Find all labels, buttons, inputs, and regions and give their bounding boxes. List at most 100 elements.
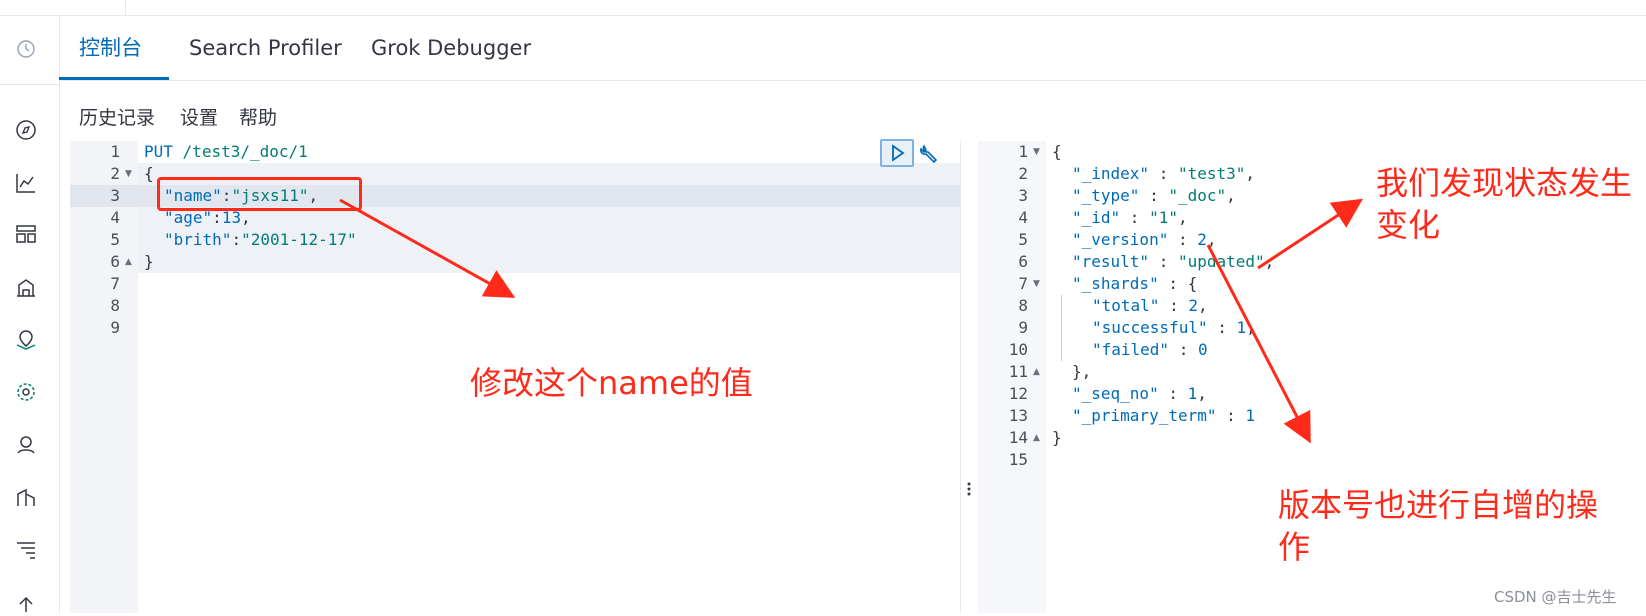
tab-search-profiler[interactable]: Search Profiler bbox=[189, 16, 342, 80]
apm-icon[interactable] bbox=[14, 538, 38, 562]
line-number: 14 bbox=[1008, 428, 1028, 447]
field-key: "brith" bbox=[164, 230, 232, 249]
panel-splitter[interactable] bbox=[960, 141, 979, 613]
response-line: "_id" : "1", bbox=[1072, 208, 1188, 227]
ml-icon[interactable] bbox=[14, 380, 38, 404]
response-value: 0 bbox=[1197, 340, 1208, 359]
history-link[interactable]: 历史记录 bbox=[79, 103, 155, 130]
line-number: 5 bbox=[1018, 230, 1028, 249]
line-number: 1 bbox=[110, 142, 120, 161]
response-key: "total" bbox=[1092, 296, 1160, 315]
visualize-icon[interactable] bbox=[14, 486, 38, 510]
tab-grok-debugger[interactable]: Grok Debugger bbox=[371, 16, 531, 80]
fold-close-icon[interactable]: ▲ bbox=[1033, 367, 1040, 377]
line-number: 2 bbox=[1018, 164, 1028, 183]
response-punct: }, bbox=[1072, 362, 1092, 381]
response-value: "updated" bbox=[1177, 252, 1265, 271]
response-value: 2 bbox=[1188, 296, 1198, 315]
response-line: "failed" : 0 bbox=[1092, 340, 1208, 359]
request-line-1: PUT /test3/_doc/1 bbox=[144, 142, 308, 161]
help-link[interactable]: 帮助 bbox=[239, 103, 277, 130]
response-key: "successful" bbox=[1092, 318, 1208, 337]
tab-console[interactable]: 控制台 bbox=[79, 16, 142, 80]
line-number: 3 bbox=[1018, 186, 1028, 205]
wrench-icon[interactable] bbox=[918, 143, 940, 165]
tab-bar: 控制台 Search Profiler Grok Debugger bbox=[59, 16, 1646, 81]
response-line: "_seq_no" : 1, bbox=[1072, 384, 1207, 403]
response-line: { bbox=[1052, 142, 1062, 161]
line-number: 12 bbox=[1008, 384, 1028, 403]
response-line: }, bbox=[1072, 362, 1091, 381]
console-toolbar: 历史记录 设置 帮助 bbox=[59, 81, 1646, 141]
annotation-modify: 修改这个name的值 bbox=[470, 364, 753, 402]
resize-handle-icon[interactable] bbox=[966, 481, 972, 497]
response-key: "_index" bbox=[1072, 164, 1150, 183]
fold-close-icon[interactable]: ▲ bbox=[1033, 433, 1040, 443]
response-key: "_version" bbox=[1072, 230, 1169, 249]
fold-open-icon[interactable]: ▼ bbox=[1033, 147, 1040, 157]
line-number: 6 bbox=[1018, 252, 1028, 271]
send-request-button[interactable] bbox=[880, 139, 914, 167]
line-number: 2 bbox=[110, 164, 120, 183]
response-line: "result" : "updated", bbox=[1072, 252, 1275, 271]
response-punct: , bbox=[1197, 384, 1207, 403]
response-editor[interactable]: 1 2 3 4 5 6 7 8 9 10 11 12 13 14 15 ▼ ▼ ▲ ▲ {"_index" : "t… bbox=[978, 141, 1646, 613]
request-field-brith: "brith":"2001-12-17" bbox=[164, 230, 357, 249]
response-punct: { bbox=[1052, 142, 1062, 161]
response-punct: , bbox=[1177, 208, 1188, 227]
response-line: "_shards" : { bbox=[1072, 274, 1198, 293]
name-highlight-box bbox=[157, 177, 362, 211]
request-open-brace: { bbox=[144, 164, 154, 183]
field-value: "2001-12-17" bbox=[241, 230, 357, 249]
up-icon[interactable] bbox=[14, 592, 38, 616]
response-value: "test3" bbox=[1177, 164, 1246, 183]
response-line: "_primary_term" : 1 bbox=[1072, 406, 1256, 425]
line-number: 1 bbox=[1018, 142, 1028, 161]
request-path: /test3/_doc/1 bbox=[182, 142, 308, 161]
top-separator bbox=[125, 0, 126, 15]
response-key: "failed" bbox=[1092, 340, 1170, 359]
settings-link[interactable]: 设置 bbox=[180, 103, 218, 130]
response-key: "_type" bbox=[1072, 186, 1140, 205]
compass-icon[interactable] bbox=[14, 118, 38, 142]
response-key: "_shards" bbox=[1072, 274, 1159, 293]
response-key: "_id" bbox=[1072, 208, 1121, 227]
fold-open-icon[interactable]: ▼ bbox=[125, 169, 132, 179]
sidebar-divider bbox=[0, 84, 59, 85]
response-value: { bbox=[1187, 274, 1198, 293]
annotation-version-1: 版本号也进行自增的操 bbox=[1278, 486, 1599, 524]
line-number: 11 bbox=[1008, 362, 1028, 381]
canvas-icon[interactable] bbox=[14, 276, 38, 300]
line-number: 9 bbox=[1018, 318, 1028, 337]
request-close-brace: } bbox=[144, 252, 154, 271]
line-number: 5 bbox=[110, 230, 120, 249]
active-tab-indicator bbox=[59, 77, 169, 80]
line-number: 6 bbox=[110, 252, 120, 271]
response-value: 1 bbox=[1245, 406, 1256, 425]
indent-guide bbox=[1061, 295, 1062, 361]
line-number: 4 bbox=[1018, 208, 1028, 227]
clock-icon[interactable] bbox=[15, 38, 37, 60]
chart-icon[interactable] bbox=[14, 171, 38, 195]
graph-icon[interactable] bbox=[14, 433, 38, 457]
response-punct: , bbox=[1245, 164, 1256, 183]
watermark: CSDN @吉士先生 bbox=[1494, 588, 1617, 606]
response-line: } bbox=[1052, 428, 1062, 447]
dashboard-icon[interactable] bbox=[14, 222, 38, 246]
response-value: 2 bbox=[1197, 230, 1207, 249]
maps-icon[interactable] bbox=[14, 328, 38, 352]
fold-open-icon[interactable]: ▼ bbox=[1033, 279, 1040, 289]
response-punct: , bbox=[1197, 296, 1208, 315]
response-value: "1" bbox=[1149, 208, 1178, 227]
response-punct: , bbox=[1264, 252, 1275, 271]
line-number: 10 bbox=[1008, 340, 1028, 359]
fold-close-icon[interactable]: ▲ bbox=[125, 257, 132, 267]
top-strip bbox=[0, 0, 1646, 16]
line-number: 13 bbox=[1008, 406, 1028, 425]
response-punct: , bbox=[1246, 318, 1256, 337]
response-punct: , bbox=[1226, 186, 1236, 205]
response-punct: } bbox=[1052, 428, 1062, 447]
response-line: "_type" : "_doc", bbox=[1072, 186, 1236, 205]
response-value: 1 bbox=[1236, 318, 1247, 337]
response-value: "_doc" bbox=[1168, 186, 1227, 205]
